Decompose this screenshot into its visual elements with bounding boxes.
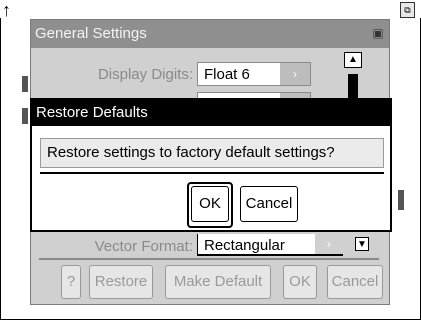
display-digits-label: Display Digits: [97,66,193,83]
button-separator [39,258,379,260]
general-settings-title: General Settings [31,20,389,48]
chevron-right-icon: › [315,234,343,254]
display-digits-value: Float 6 [204,66,250,83]
help-button[interactable]: ? [61,265,81,299]
restore-defaults-title: Restore Defaults [32,100,390,126]
vector-format-label: Vector Format: [94,238,193,255]
document-icon[interactable]: ⧉ [400,2,415,18]
background-scroll-marker [398,190,404,210]
ok-button[interactable]: OK [283,265,317,299]
background-tab-marker [22,76,28,92]
restore-button[interactable]: Restore [89,265,153,299]
status-bar: ↑ ⧉ [0,0,421,20]
status-arrow-icon: ↑ [2,0,11,20]
restore-separator [40,172,384,174]
cancel-button[interactable]: Cancel [327,265,383,299]
scroll-up-icon[interactable]: ▲ [344,52,362,68]
restore-ok-button[interactable]: OK [191,186,229,222]
display-digits-select[interactable]: Float 6 › [197,62,311,86]
vector-format-select[interactable]: Rectangular › [197,234,343,256]
restore-cancel-button[interactable]: Cancel [240,186,298,222]
background-tab-marker [22,108,28,124]
chevron-right-icon: › [280,63,310,85]
close-icon[interactable]: ▣ [371,26,385,40]
make-default-button[interactable]: Make Default [165,265,271,299]
vector-format-dropdown-icon[interactable]: ▼ [355,237,369,251]
restore-message: Restore settings to factory default sett… [40,138,384,168]
restore-defaults-dialog: Restore Defaults Restore settings to fac… [30,98,392,232]
vector-format-value: Rectangular [204,237,285,254]
